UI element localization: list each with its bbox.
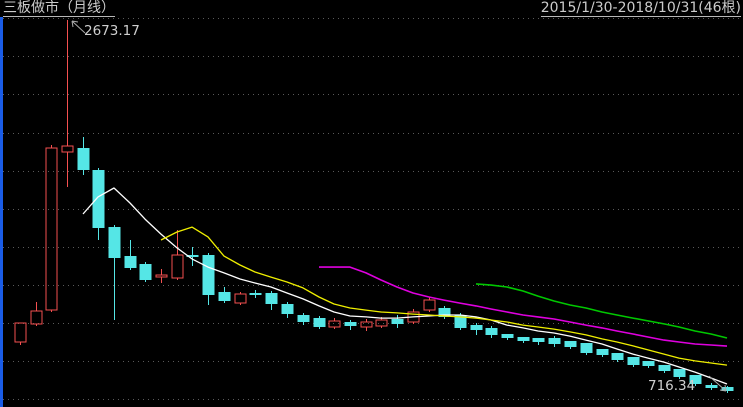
candle-down[interactable] <box>282 302 294 318</box>
candle-down[interactable] <box>471 323 483 335</box>
candle-down[interactable] <box>628 357 640 367</box>
chart-header: 三板做市（月线） 2015/1/30-2018/10/31(46根) <box>0 0 743 18</box>
candle-down[interactable] <box>581 343 593 355</box>
chart-title[interactable]: 三板做市（月线） <box>3 0 115 17</box>
ma30-line <box>476 284 727 338</box>
candle-down[interactable] <box>502 334 514 340</box>
candle-up[interactable] <box>156 269 167 283</box>
candle-down[interactable] <box>518 337 530 343</box>
candle-up[interactable] <box>424 297 435 312</box>
candle-up[interactable] <box>361 319 372 331</box>
ma20-line <box>319 267 727 346</box>
candle-down[interactable] <box>565 341 577 349</box>
candle-down[interactable] <box>219 287 231 303</box>
candle-down[interactable] <box>345 320 357 330</box>
candle-down[interactable] <box>597 349 609 357</box>
candle-down[interactable] <box>125 240 137 270</box>
candle-down[interactable] <box>439 306 451 319</box>
candle-up[interactable] <box>15 323 26 345</box>
candle-down[interactable] <box>93 168 105 240</box>
candle-up[interactable] <box>46 145 57 312</box>
peak-price-label: 2673.17 <box>84 23 140 39</box>
ma5-line <box>83 188 727 384</box>
candle-down[interactable] <box>722 386 734 393</box>
candle-down[interactable] <box>659 365 671 373</box>
stock-chart-window: 三板做市（月线） 2015/1/30-2018/10/31(46根) 2673.… <box>0 0 743 407</box>
candle-down[interactable] <box>706 383 718 390</box>
candle-down[interactable] <box>140 262 152 282</box>
chart-left-frame <box>0 17 3 407</box>
date-range-label[interactable]: 2015/1/30-2018/10/31(46根) <box>541 0 741 17</box>
candle-up[interactable] <box>235 292 246 305</box>
candle-down[interactable] <box>643 361 655 368</box>
candle-down[interactable] <box>314 316 326 329</box>
candle-up[interactable] <box>31 302 42 326</box>
candle-up[interactable] <box>62 20 73 187</box>
candle-down[interactable] <box>266 291 278 310</box>
candle-down[interactable] <box>203 253 215 305</box>
candle-down[interactable] <box>392 315 404 328</box>
candle-down[interactable] <box>612 353 624 362</box>
candle-up[interactable] <box>172 230 183 280</box>
candle-down[interactable] <box>250 290 262 298</box>
candle-down[interactable] <box>298 313 310 325</box>
candlestick-chart-canvas[interactable]: 2673.17 716.34 <box>0 0 743 407</box>
candle-down[interactable] <box>533 338 545 345</box>
last-price-label: 716.34 <box>648 378 695 394</box>
candle-down[interactable] <box>109 225 121 320</box>
candle-down[interactable] <box>486 326 498 338</box>
candle-down[interactable] <box>549 336 561 347</box>
candle-down[interactable] <box>78 137 90 175</box>
